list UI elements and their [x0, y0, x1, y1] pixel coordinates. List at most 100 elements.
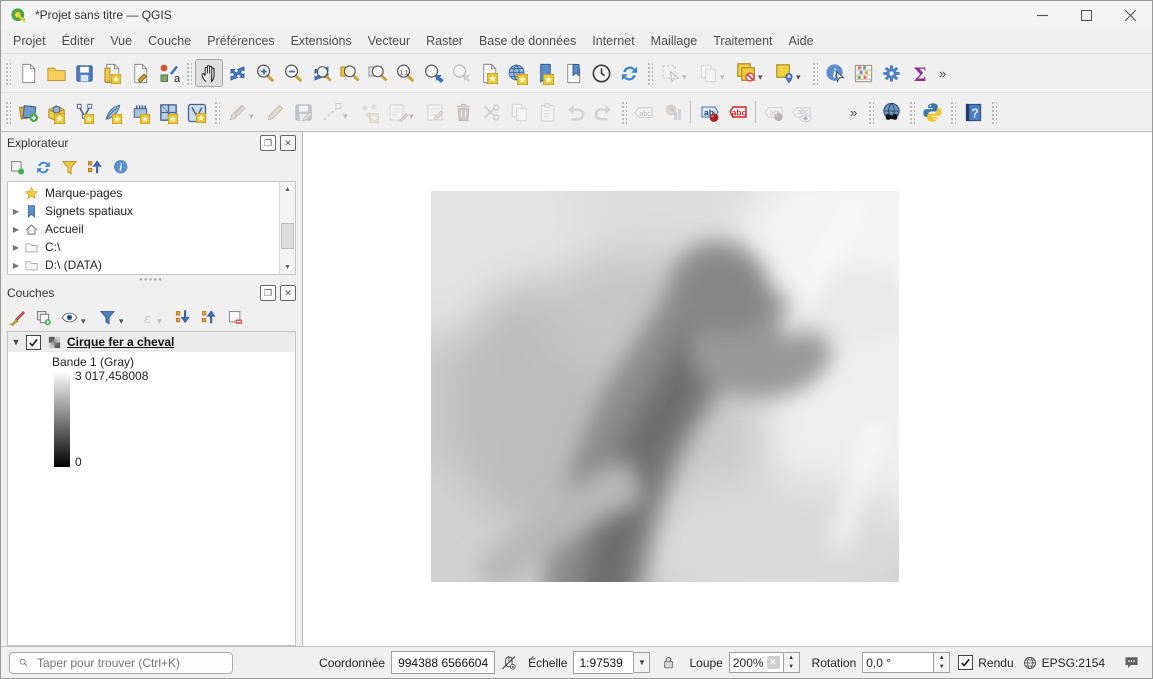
collapse-all-browser-button[interactable]	[83, 155, 107, 179]
python-console-button[interactable]	[918, 98, 946, 126]
new-spatial-bookmark-button[interactable]	[531, 59, 559, 87]
browser-item-signets-spatiaux[interactable]: ▶ Signets spatiaux	[8, 202, 279, 220]
zoom-full-button[interactable]	[307, 59, 335, 87]
scrollbar-thumb[interactable]	[281, 223, 294, 249]
browser-item-d-drive[interactable]: ▶ D:\ (DATA)	[8, 256, 279, 274]
toolbar-overflow-button[interactable]: »	[844, 105, 864, 120]
explorer-float-button[interactable]: ❐	[260, 135, 276, 151]
map-themes-dropdown[interactable]: ▾	[81, 316, 91, 327]
locator-search[interactable]	[9, 652, 233, 674]
undo-button[interactable]	[561, 98, 589, 126]
menu-projet[interactable]: Projet	[5, 31, 54, 51]
delete-selected-button[interactable]	[449, 98, 477, 126]
processing-toolbox-button[interactable]	[877, 59, 905, 87]
show-statistics-button[interactable]: Σ	[905, 59, 933, 87]
save-project-button[interactable]	[70, 59, 98, 87]
add-feature-dropdown[interactable]: ▾	[343, 111, 353, 122]
zoom-out-button[interactable]	[279, 59, 307, 87]
map-canvas[interactable]	[303, 132, 1152, 646]
toolbar-grip[interactable]	[620, 100, 627, 124]
menu-aide[interactable]: Aide	[781, 31, 822, 51]
show-layout-manager-button[interactable]	[126, 59, 154, 87]
filter-expression-dropdown[interactable]: ▾	[157, 316, 167, 327]
browser-item-marque-pages[interactable]: Marque-pages	[8, 184, 279, 202]
menu-preferences[interactable]: Préférences	[199, 31, 282, 51]
refresh-browser-button[interactable]	[31, 155, 55, 179]
label-single-button[interactable]: abc	[723, 98, 751, 126]
deselect-features-button[interactable]	[732, 59, 760, 87]
show-hidden-labels-button[interactable]: abc	[788, 98, 816, 126]
new-3d-map-view-button[interactable]	[503, 59, 531, 87]
clear-icon[interactable]: ✕	[767, 656, 780, 669]
zoom-native-button[interactable]: 1:1	[391, 59, 419, 87]
toolbar-grip[interactable]	[4, 61, 11, 85]
new-mesh-layer-button[interactable]	[182, 98, 210, 126]
layer-labeling-button[interactable]: abc	[630, 98, 658, 126]
maximize-button[interactable]	[1064, 1, 1108, 29]
pan-to-selection-button[interactable]	[223, 59, 251, 87]
menu-vue[interactable]: Vue	[102, 31, 140, 51]
spin-down-icon[interactable]: ▼	[784, 663, 799, 673]
browser-item-accueil[interactable]: ▶ Accueil	[8, 220, 279, 238]
toggle-editing-button[interactable]	[261, 98, 289, 126]
cut-features-button[interactable]	[477, 98, 505, 126]
show-bookmarks-button[interactable]	[559, 59, 587, 87]
toolbar-grip[interactable]	[949, 100, 956, 124]
multiedit-button[interactable]	[421, 98, 449, 126]
current-edits-dropdown[interactable]: ▾	[249, 111, 259, 122]
spin-up-icon[interactable]: ▲	[934, 653, 949, 663]
zoom-to-layer-button[interactable]	[363, 59, 391, 87]
new-print-layout-button[interactable]	[98, 59, 126, 87]
minimize-button[interactable]	[1020, 1, 1064, 29]
toolbar-grip[interactable]	[867, 100, 874, 124]
layer-diagram-button[interactable]	[658, 98, 686, 126]
copy-features-button[interactable]	[505, 98, 533, 126]
menu-internet[interactable]: Internet	[584, 31, 642, 51]
pan-map-button[interactable]	[195, 59, 223, 87]
menu-vecteur[interactable]: Vecteur	[360, 31, 418, 51]
layers-float-button[interactable]: ❐	[260, 285, 276, 301]
menu-maillage[interactable]: Maillage	[643, 31, 706, 51]
pin-labels-button[interactable]: ab	[760, 98, 788, 126]
search-input[interactable]	[35, 655, 232, 671]
style-manager-button[interactable]: a	[154, 59, 182, 87]
data-source-manager-button[interactable]	[14, 98, 42, 126]
layer-name[interactable]: Cirque fer a cheval	[67, 335, 174, 349]
filter-legend-dropdown[interactable]: ▾	[119, 316, 129, 327]
remove-layer-button[interactable]	[223, 305, 247, 329]
new-map-view-button[interactable]	[475, 59, 503, 87]
collapse-all-layers-button[interactable]	[197, 305, 221, 329]
layer-visibility-checkbox[interactable]	[26, 335, 41, 350]
toolbar-grip[interactable]	[185, 61, 192, 85]
expand-arrow-icon[interactable]: ▶	[8, 243, 24, 252]
identify-features-button[interactable]	[821, 59, 849, 87]
toolbar-grip[interactable]	[4, 100, 11, 124]
new-shapefile-button[interactable]	[70, 98, 98, 126]
rotation-value[interactable]: 0,0 °	[866, 656, 891, 670]
redo-button[interactable]	[589, 98, 617, 126]
scale-input[interactable]	[573, 651, 633, 674]
toolbar-overflow-button[interactable]: »	[933, 66, 953, 81]
crs-status[interactable]: EPSG:2154	[1022, 655, 1105, 671]
filter-browser-button[interactable]	[57, 155, 81, 179]
expand-arrow-icon[interactable]: ▶	[8, 261, 24, 270]
save-edits-button[interactable]	[289, 98, 317, 126]
toolbar-grip[interactable]	[646, 61, 653, 85]
layers-close-button[interactable]: ✕	[280, 285, 296, 301]
help-button[interactable]	[959, 98, 987, 126]
modify-attributes-dropdown[interactable]: ▾	[409, 111, 419, 122]
new-spatialite-button[interactable]	[98, 98, 126, 126]
labeling-options-button[interactable]: ab	[695, 98, 723, 126]
filter-by-expression-button[interactable]: ε	[133, 305, 157, 329]
temporal-controller-button[interactable]	[587, 59, 615, 87]
browser-scrollbar[interactable]: ▲ ▼	[279, 182, 295, 274]
toolbar-grip[interactable]	[908, 100, 915, 124]
select-by-location-dropdown[interactable]: ▾	[796, 72, 806, 83]
coordinate-input[interactable]	[391, 651, 495, 674]
close-button[interactable]	[1108, 1, 1152, 29]
modify-attributes-button[interactable]	[383, 98, 411, 126]
metasearch-button[interactable]	[877, 98, 905, 126]
toolbar-grip[interactable]	[811, 61, 818, 85]
browser-properties-button[interactable]	[109, 155, 133, 179]
new-geopackage-button[interactable]	[42, 98, 70, 126]
